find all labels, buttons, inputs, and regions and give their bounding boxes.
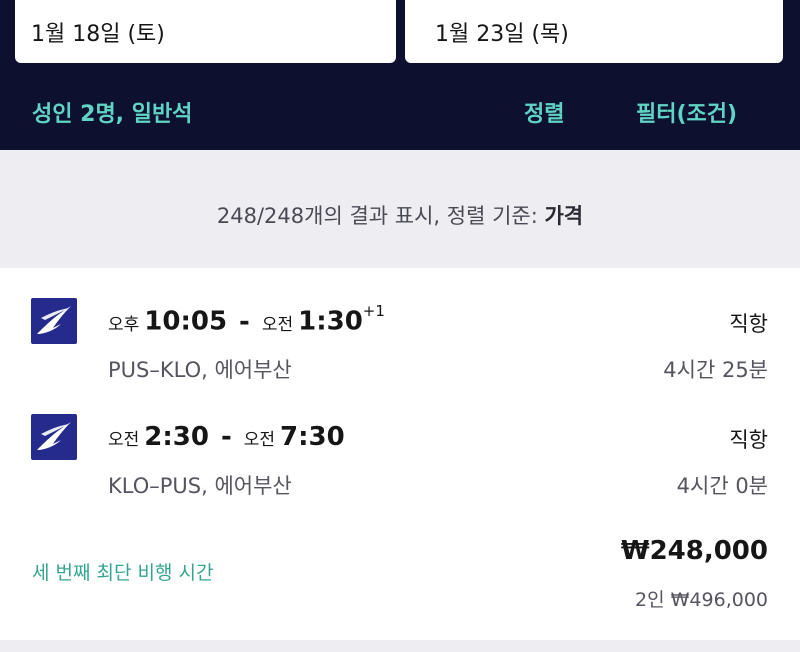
inbound-duration: 4시간 0분 <box>676 474 768 498</box>
inbound-arr-ampm: 오전 <box>243 430 276 450</box>
air-busan-logo-icon <box>31 298 77 344</box>
outbound-route: PUS–KLO, 에어부산 <box>108 358 292 382</box>
return-date-text: 1월 23일 (목) <box>435 21 569 47</box>
results-summary-text: 248/248개의 결과 표시, 정렬 기준: <box>216 204 545 228</box>
filter-button[interactable]: 필터(조건) <box>636 96 737 128</box>
outbound-leg: 오후 10:05- 오전 1:30+1 PUS–KLO, 에어부산 직항 4시간 25… <box>0 298 800 398</box>
outbound-dep-ampm: 오후 <box>108 314 140 335</box>
passengers-cabin-button[interactable]: 성인 2명, 일반석 <box>32 96 192 128</box>
inbound-dep-time: 2:30 <box>144 422 209 452</box>
depart-date-text: 1월 18일 (토) <box>31 21 165 47</box>
price-total: 2인 ₩496,000 <box>635 589 768 611</box>
inbound-leg: 오전 2:30- 오전 7:30 KLO–PUS, 에어부산 직항 4시간 0분 <box>0 414 800 514</box>
inbound-dep-ampm: 오전 <box>108 430 140 450</box>
price-per-person: ₩248,000 <box>620 536 768 566</box>
day-offset: +1 <box>362 302 385 320</box>
sort-key: 가격 <box>544 204 584 228</box>
depart-date-field[interactable]: 1월 18일 (토) <box>15 0 396 63</box>
flight-result-card[interactable]: 오후 10:05- 오전 1:30+1 PUS–KLO, 에어부산 직항 4시간 25… <box>0 268 800 640</box>
sort-button[interactable]: 정렬 <box>524 96 564 128</box>
outbound-times: 오후 10:05- 오전 1:30+1 <box>108 302 385 337</box>
inbound-arr-time: 7:30 <box>280 422 345 452</box>
outbound-stops: 직항 <box>729 312 768 336</box>
outbound-arr-time: 1:30 <box>298 306 363 337</box>
list-divider <box>0 640 800 652</box>
outbound-dep-time: 10:05 <box>144 306 228 337</box>
search-header: 1월 18일 (토) 1월 23일 (목) 성인 2명, 일반석 정렬 필터(조… <box>0 0 800 150</box>
outbound-duration: 4시간 25분 <box>663 358 768 382</box>
time-separator: - <box>220 422 232 452</box>
inbound-times: 오전 2:30- 오전 7:30 <box>108 422 345 452</box>
inbound-stops: 직항 <box>729 428 768 452</box>
air-busan-logo-icon <box>31 414 77 460</box>
outbound-arr-ampm: 오전 <box>261 314 294 335</box>
inbound-route: KLO–PUS, 에어부산 <box>108 474 292 498</box>
results-summary: 248/248개의 결과 표시, 정렬 기준: 가격 <box>0 150 800 268</box>
fastest-flight-tag: 세 번째 최단 비행 시간 <box>32 562 214 584</box>
return-date-field[interactable]: 1월 23일 (목) <box>405 0 783 63</box>
time-separator: - <box>239 306 250 337</box>
